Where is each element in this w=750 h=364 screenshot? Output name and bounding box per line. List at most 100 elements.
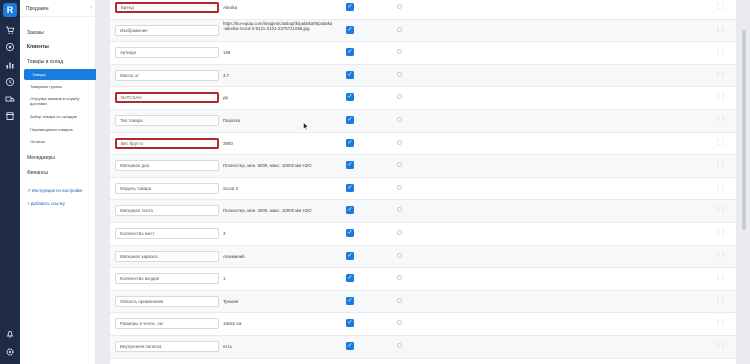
property-name-input[interactable]: Тип товара bbox=[115, 115, 219, 126]
clock-icon[interactable] bbox=[5, 77, 15, 87]
chevron-right-icon[interactable]: › bbox=[90, 5, 92, 11]
main-radio[interactable] bbox=[397, 139, 402, 145]
visible-checkbox[interactable]: ✓ bbox=[346, 319, 354, 328]
scrollbar[interactable] bbox=[742, 0, 746, 364]
visible-checkbox[interactable]: ✓ bbox=[346, 342, 354, 350]
main-radio[interactable] bbox=[397, 207, 402, 213]
visible-checkbox[interactable]: ✓ bbox=[346, 138, 354, 147]
drag-handle-icon[interactable]: ⋮⋮ bbox=[715, 206, 726, 213]
property-value: 18х52 см bbox=[223, 321, 242, 327]
visible-checkbox[interactable]: ✓ bbox=[346, 206, 354, 215]
chart-icon[interactable] bbox=[5, 60, 15, 70]
property-name-input[interactable]: Материал дна bbox=[115, 160, 219, 172]
cart-icon[interactable] bbox=[5, 25, 15, 35]
property-name-input[interactable]: Область применения bbox=[115, 295, 219, 307]
property-name-input[interactable]: Изображение bbox=[115, 24, 219, 36]
property-name-input[interactable]: Внутренняя палатка bbox=[115, 341, 219, 352]
drag-handle-icon[interactable]: ⋮⋮ bbox=[715, 297, 726, 304]
property-name-input[interactable]: Масса, кг bbox=[115, 69, 219, 81]
drag-handle-icon[interactable]: ⋮⋮ bbox=[715, 48, 726, 55]
visible-checkbox[interactable]: ✓ bbox=[346, 25, 354, 34]
user-name[interactable]: Продакин bbox=[26, 6, 49, 12]
main-radio[interactable] bbox=[397, 162, 402, 168]
visible-checkbox[interactable]: ✓ bbox=[346, 93, 354, 102]
property-name-input[interactable]: Материал каркаса bbox=[115, 250, 219, 262]
menu-goods[interactable]: Товары и склад bbox=[27, 59, 63, 65]
truck-icon[interactable] bbox=[5, 94, 15, 104]
visible-checkbox[interactable]: ✓ bbox=[346, 3, 354, 11]
property-name-input[interactable]: Материал тента bbox=[115, 205, 219, 217]
property-name-input[interactable]: Количество входов bbox=[115, 273, 219, 285]
menu-item-pickup[interactable]: Забор товара со складов bbox=[30, 114, 77, 119]
gear-icon[interactable] bbox=[5, 347, 15, 357]
main-radio[interactable] bbox=[397, 49, 402, 55]
menu-item-shipping[interactable]: Отгрузка заказов в службу доставки bbox=[30, 96, 92, 106]
setup-guide-link[interactable]: ↗ Инструкция по настройке bbox=[27, 188, 82, 194]
menu-clients[interactable]: Клиенты bbox=[27, 44, 49, 50]
drag-handle-icon[interactable]: ⋮⋮ bbox=[715, 319, 726, 326]
main-radio[interactable] bbox=[397, 117, 402, 122]
property-name-input[interactable]: Размеры в чехле, см bbox=[115, 318, 219, 330]
drag-handle-icon[interactable]: ⋮⋮ bbox=[715, 139, 726, 146]
main-radio[interactable] bbox=[397, 320, 402, 326]
main-menu: Продакин › Заказы Клиенты Товары и склад… bbox=[20, 0, 113, 364]
drag-handle-icon[interactable]: ⋮⋮ bbox=[715, 26, 726, 33]
visible-checkbox[interactable]: ✓ bbox=[346, 48, 354, 57]
drag-handle-icon[interactable]: ⋮⋮ bbox=[715, 252, 726, 259]
drag-handle-icon[interactable]: ⋮⋮ bbox=[715, 342, 726, 349]
menu-item-product-groups[interactable]: Товарные группы bbox=[30, 84, 62, 89]
property-value: 3900 bbox=[223, 140, 233, 146]
drag-handle-icon[interactable]: ⋮⋮ bbox=[715, 229, 726, 236]
property-name-input[interactable]: Количество мест bbox=[115, 228, 219, 239]
main-radio[interactable] bbox=[397, 184, 402, 190]
menu-item-stock[interactable]: Остатки bbox=[30, 139, 45, 144]
main-radio[interactable] bbox=[397, 230, 402, 235]
property-value: 159 bbox=[223, 50, 231, 56]
visible-checkbox[interactable]: ✓ bbox=[346, 251, 354, 260]
visible-checkbox[interactable]: ✓ bbox=[346, 229, 354, 237]
property-name-input[interactable]: Бренд bbox=[115, 2, 219, 13]
visible-checkbox[interactable]: ✓ bbox=[346, 116, 354, 124]
property-name-input[interactable]: NoTCSAH bbox=[115, 92, 219, 104]
property-name-input[interactable]: Артикул bbox=[115, 47, 219, 59]
menu-managers[interactable]: Менеджеры bbox=[27, 155, 55, 161]
drag-handle-icon[interactable]: ⋮⋮ bbox=[715, 3, 726, 10]
properties-table: Бренд Alexika ✓ ⋮⋮ Изображение https://tiu-eq… bbox=[110, 0, 736, 364]
main-radio[interactable] bbox=[397, 4, 402, 9]
visible-checkbox[interactable]: ✓ bbox=[346, 183, 354, 192]
property-value: Scout 3 bbox=[223, 185, 238, 191]
main-radio[interactable] bbox=[397, 26, 402, 32]
drag-handle-icon[interactable]: ⋮⋮ bbox=[715, 71, 726, 78]
main-radio[interactable] bbox=[397, 343, 402, 348]
table-row: Внутренняя палатка есть ✓ ⋮⋮ bbox=[110, 336, 736, 359]
visible-checkbox[interactable]: ✓ bbox=[346, 70, 354, 79]
visible-checkbox[interactable]: ✓ bbox=[346, 161, 354, 170]
property-name-input[interactable]: Модель товара bbox=[115, 182, 219, 194]
visible-checkbox[interactable]: ✓ bbox=[346, 274, 354, 283]
menu-finance[interactable]: Финансы bbox=[27, 170, 48, 176]
drag-handle-icon[interactable]: ⋮⋮ bbox=[715, 274, 726, 281]
main-radio[interactable] bbox=[397, 297, 402, 303]
menu-item-transfers[interactable]: Перемещения товаров bbox=[30, 127, 73, 132]
page-gutter-left bbox=[96, 0, 110, 364]
property-value: Alexika bbox=[223, 5, 238, 10]
logo-icon[interactable]: R bbox=[3, 3, 17, 17]
store-icon[interactable] bbox=[5, 111, 15, 121]
visible-checkbox[interactable]: ✓ bbox=[346, 296, 354, 305]
drag-handle-icon[interactable]: ⋮⋮ bbox=[715, 93, 726, 100]
target-icon[interactable] bbox=[5, 42, 15, 52]
menu-orders[interactable]: Заказы bbox=[27, 30, 44, 36]
bell-icon[interactable] bbox=[5, 329, 15, 339]
property-value: да bbox=[223, 95, 229, 101]
main-radio[interactable] bbox=[397, 94, 402, 100]
add-link-button[interactable]: + Добавить ссылку bbox=[27, 201, 65, 206]
drag-handle-icon[interactable]: ⋮⋮ bbox=[715, 161, 726, 168]
main-radio[interactable] bbox=[397, 252, 402, 258]
divider bbox=[20, 16, 96, 17]
drag-handle-icon[interactable]: ⋮⋮ bbox=[715, 184, 726, 191]
property-name-input[interactable]: Вес брутто bbox=[115, 137, 219, 149]
drag-handle-icon[interactable]: ⋮⋮ bbox=[715, 116, 726, 123]
main-radio[interactable] bbox=[397, 71, 402, 77]
scrollbar-thumb[interactable] bbox=[742, 30, 746, 230]
main-radio[interactable] bbox=[397, 275, 402, 281]
